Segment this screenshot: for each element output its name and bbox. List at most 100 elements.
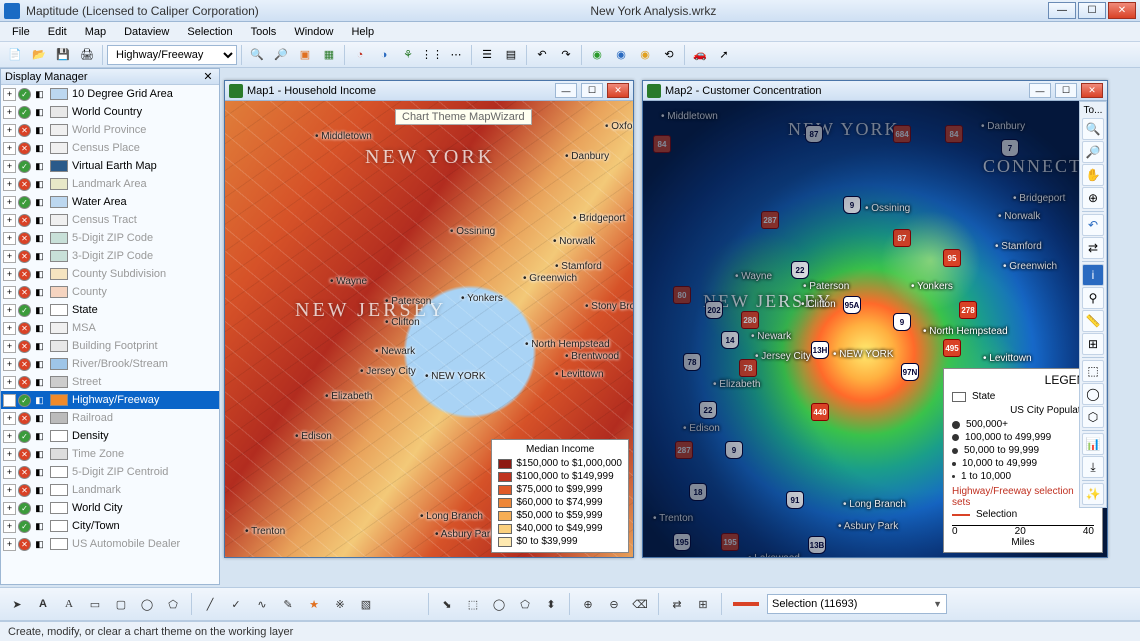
map2-max-button[interactable]: ☐: [1055, 83, 1077, 98]
text-style-tool[interactable]: A: [58, 593, 80, 615]
visibility-toggle[interactable]: ✓: [18, 106, 31, 119]
expand-icon[interactable]: +: [3, 214, 16, 227]
layer-row[interactable]: +✓◧World City: [1, 499, 219, 517]
expand-icon[interactable]: +: [3, 232, 16, 245]
label-toggle[interactable]: ◧: [33, 142, 46, 155]
layer-row[interactable]: +✓◧Highway/Freeway: [1, 391, 219, 409]
expand-icon[interactable]: +: [3, 304, 16, 317]
visibility-toggle[interactable]: ✓: [18, 430, 31, 443]
visibility-toggle[interactable]: ✓: [18, 196, 31, 209]
expand-icon[interactable]: +: [3, 322, 16, 335]
visibility-toggle[interactable]: ✓: [18, 502, 31, 515]
label-toggle[interactable]: ◧: [33, 430, 46, 443]
label-toggle[interactable]: ◧: [33, 232, 46, 245]
new-button[interactable]: 📄: [4, 44, 26, 66]
label-toggle[interactable]: ◧: [33, 304, 46, 317]
layer-row[interactable]: +✕◧MSA: [1, 319, 219, 337]
symbol-tool[interactable]: ※: [329, 593, 351, 615]
expand-icon[interactable]: +: [3, 484, 16, 497]
visibility-toggle[interactable]: ✕: [18, 124, 31, 137]
visibility-toggle[interactable]: ✕: [18, 178, 31, 191]
layer-row[interactable]: +✓◧10 Degree Grid Area: [1, 85, 219, 103]
visibility-toggle[interactable]: ✕: [18, 250, 31, 263]
print-button[interactable]: 🖨: [76, 44, 98, 66]
add-rss-button[interactable]: ▣: [294, 44, 316, 66]
map1-canvas[interactable]: NEW YORKNEW JERSEY• Newburgh• Oxford• Mi…: [225, 101, 633, 557]
select-rect[interactable]: ⬚: [462, 593, 484, 615]
map1-max-button[interactable]: ☐: [581, 83, 603, 98]
layer-row[interactable]: +✕◧5-Digit ZIP Code: [1, 229, 219, 247]
expand-icon[interactable]: +: [3, 160, 16, 173]
select-poly[interactable]: ⬠: [514, 593, 536, 615]
expand-icon[interactable]: +: [3, 412, 16, 425]
select-pointer[interactable]: ⬊: [436, 593, 458, 615]
menu-dataview[interactable]: Dataview: [116, 24, 177, 40]
coord-icon[interactable]: ⊞: [1082, 333, 1104, 355]
expand-icon[interactable]: +: [3, 88, 16, 101]
prev-view-icon[interactable]: ↶: [1082, 214, 1104, 236]
visibility-toggle[interactable]: ✕: [18, 484, 31, 497]
layer-row[interactable]: +✕◧Census Tract: [1, 211, 219, 229]
rect-tool[interactable]: ▭: [84, 593, 106, 615]
layer-row[interactable]: +✕◧Census Place: [1, 139, 219, 157]
layer-row[interactable]: +✕◧Time Zone: [1, 445, 219, 463]
menu-edit[interactable]: Edit: [40, 24, 75, 40]
expand-icon[interactable]: +: [3, 538, 16, 551]
label-toggle[interactable]: ◧: [33, 376, 46, 389]
close-button[interactable]: ✕: [1108, 2, 1136, 19]
expand-icon[interactable]: +: [3, 394, 16, 407]
layer-row[interactable]: +✕◧County Subdivision: [1, 265, 219, 283]
map2-min-button[interactable]: —: [1029, 83, 1051, 98]
menu-window[interactable]: Window: [286, 24, 341, 40]
maximize-button[interactable]: ☐: [1078, 2, 1106, 19]
select-invert[interactable]: ⇄: [666, 593, 688, 615]
visibility-toggle[interactable]: ✓: [18, 160, 31, 173]
line-tool[interactable]: ╱: [199, 593, 221, 615]
visibility-toggle[interactable]: ✕: [18, 538, 31, 551]
label-toggle[interactable]: ◧: [33, 520, 46, 533]
info-icon[interactable]: i: [1082, 264, 1104, 286]
expand-icon[interactable]: +: [3, 430, 16, 443]
label-toggle[interactable]: ◧: [33, 160, 46, 173]
label-toggle[interactable]: ◧: [33, 88, 46, 101]
layer-row[interactable]: +✓◧World Country: [1, 103, 219, 121]
menu-selection[interactable]: Selection: [179, 24, 240, 40]
zoom-full-button[interactable]: ◉: [586, 44, 608, 66]
visibility-toggle[interactable]: ✕: [18, 358, 31, 371]
expand-icon[interactable]: +: [3, 106, 16, 119]
layer-row[interactable]: +✕◧River/Brook/Stream: [1, 355, 219, 373]
map1-min-button[interactable]: —: [555, 83, 577, 98]
redo-button[interactable]: ↷: [555, 44, 577, 66]
save-button[interactable]: 💾: [52, 44, 74, 66]
minimize-button[interactable]: —: [1048, 2, 1076, 19]
polygon-tool[interactable]: ⬠: [162, 593, 184, 615]
select-line[interactable]: ⬍: [540, 593, 562, 615]
select-all[interactable]: ⊞: [692, 593, 714, 615]
layer-row[interactable]: +✓◧Water Area: [1, 193, 219, 211]
text-tool[interactable]: A: [32, 593, 54, 615]
visibility-toggle[interactable]: ✕: [18, 268, 31, 281]
layer-row[interactable]: +✕◧Railroad: [1, 409, 219, 427]
label-toggle[interactable]: ◧: [33, 106, 46, 119]
ellipse-tool[interactable]: ◯: [136, 593, 158, 615]
menu-tools[interactable]: Tools: [243, 24, 285, 40]
drive-button[interactable]: 🚗: [689, 44, 711, 66]
map2-canvas[interactable]: NEW YORKNEW JERSEYCONNECTICUT• Middletow…: [643, 101, 1107, 557]
label-button[interactable]: ⚘: [397, 44, 419, 66]
star-tool[interactable]: ★: [303, 593, 325, 615]
visibility-toggle[interactable]: ✕: [18, 376, 31, 389]
map1-close-button[interactable]: ✕: [607, 83, 629, 98]
expand-icon[interactable]: +: [3, 376, 16, 389]
expand-icon[interactable]: +: [3, 250, 16, 263]
image-tool[interactable]: ▧: [355, 593, 377, 615]
label-toggle[interactable]: ◧: [33, 286, 46, 299]
next-view-icon[interactable]: ⇄: [1082, 237, 1104, 259]
polyline-tool[interactable]: ✓: [225, 593, 247, 615]
visibility-toggle[interactable]: ✕: [18, 322, 31, 335]
zoom-out-icon[interactable]: 🔎: [1082, 141, 1104, 163]
map2-titlebar[interactable]: Map2 - Customer Concentration — ☐ ✕: [643, 81, 1107, 101]
visibility-toggle[interactable]: ✕: [18, 412, 31, 425]
expand-icon[interactable]: +: [3, 340, 16, 353]
expand-icon[interactable]: +: [3, 268, 16, 281]
undo-button[interactable]: ↶: [531, 44, 553, 66]
